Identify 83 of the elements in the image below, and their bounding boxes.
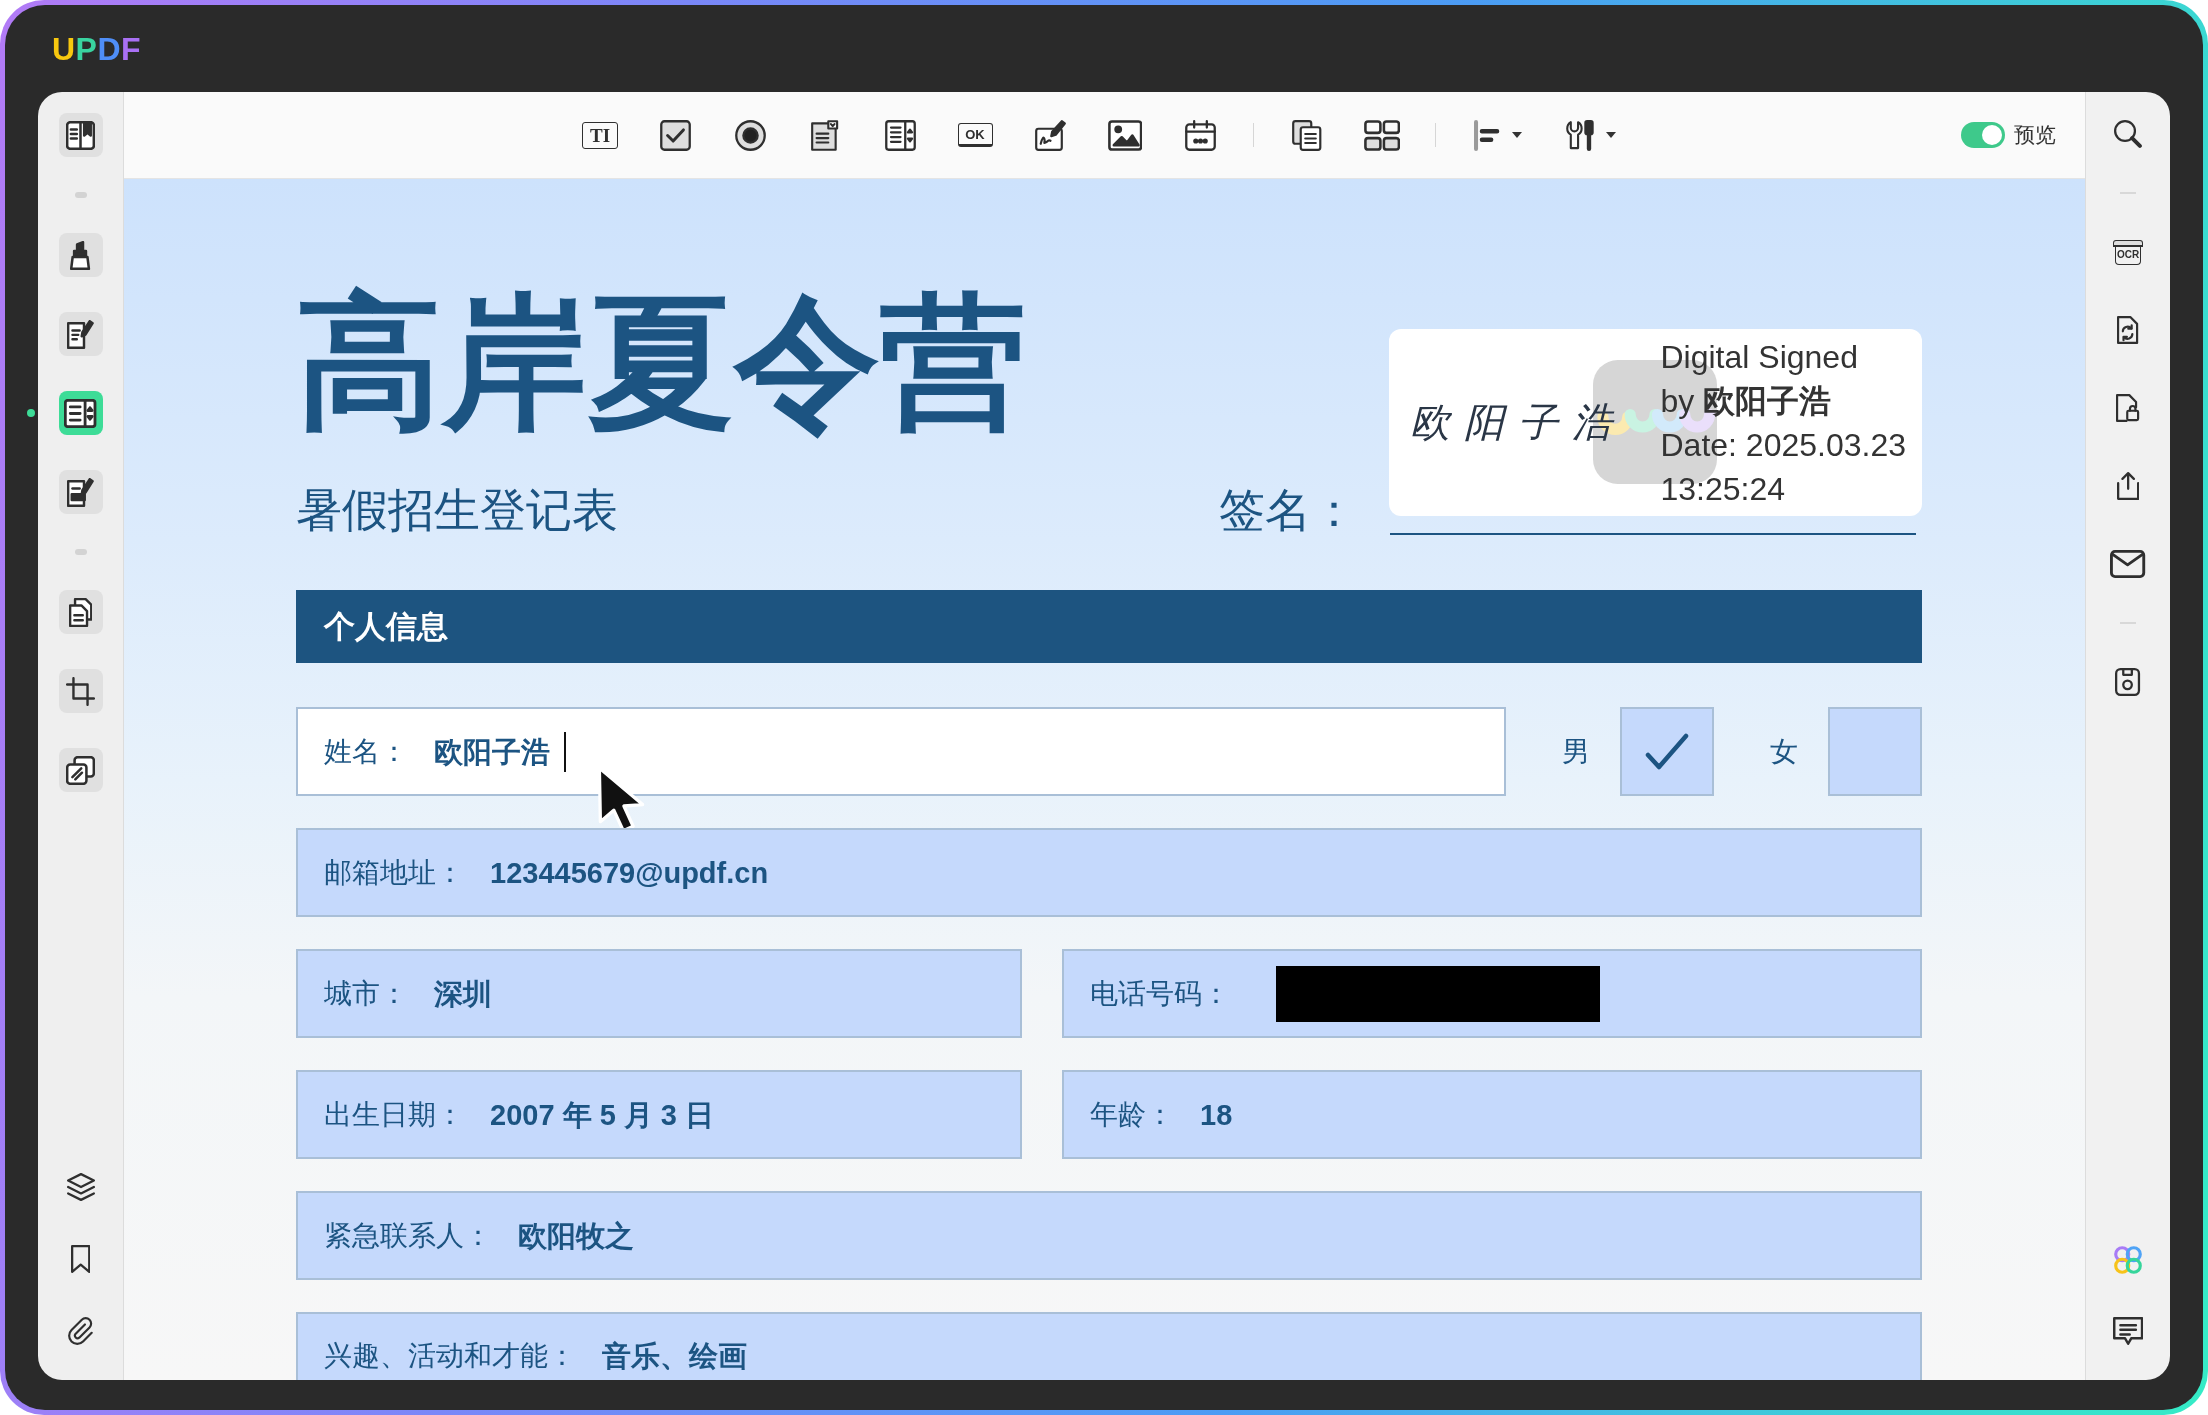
text-field[interactable]: 出生日期： 2007 年 5 月 3 日 bbox=[296, 1070, 1022, 1159]
field-label: 年龄： bbox=[1090, 1097, 1174, 1132]
option-label: 男 bbox=[1562, 734, 1590, 769]
radio-icon bbox=[734, 119, 766, 151]
signature-text: by 欧阳子浩 bbox=[1660, 381, 1833, 421]
dropdown-list-icon bbox=[811, 119, 839, 151]
checkbox[interactable] bbox=[1828, 707, 1922, 796]
active-dot-icon bbox=[27, 409, 35, 417]
envelope-icon bbox=[2110, 550, 2146, 578]
calendar-icon bbox=[1184, 119, 1216, 151]
overlap-squares-icon bbox=[66, 755, 95, 785]
sign-tool-button[interactable] bbox=[58, 470, 103, 514]
image-icon bbox=[1107, 119, 1143, 151]
read-tool-button[interactable] bbox=[58, 113, 103, 157]
page-arrows-icon bbox=[2117, 316, 2139, 344]
field-label: 兴趣、活动和才能： bbox=[324, 1339, 576, 1373]
form-tool-button[interactable] bbox=[58, 391, 103, 435]
text-caret-icon bbox=[564, 731, 566, 772]
comment-icon bbox=[2112, 1317, 2144, 1345]
sidebar-divider bbox=[74, 192, 87, 198]
field-label: 紧急联系人： bbox=[324, 1218, 492, 1253]
signature-icon bbox=[1034, 119, 1066, 151]
page-lock-icon bbox=[2116, 394, 2140, 422]
list-box-icon bbox=[884, 119, 916, 151]
toggle-label: 预览 bbox=[2014, 122, 2056, 148]
checkbox[interactable] bbox=[1620, 707, 1714, 796]
ocr-button[interactable]: OCR bbox=[2108, 232, 2148, 272]
field-label: 城市： bbox=[324, 976, 408, 1011]
share-icon bbox=[2116, 472, 2140, 500]
signature-text: Date: 2025.03.23 bbox=[1660, 425, 1906, 465]
text-field[interactable]: 姓名： 欧阳子浩 bbox=[296, 707, 1506, 796]
field-value: 2007 年 5 月 3 日 bbox=[490, 1097, 715, 1132]
book-icon bbox=[66, 120, 95, 150]
option-label: 女 bbox=[1770, 734, 1798, 769]
align-left-icon bbox=[1474, 119, 1500, 151]
crop-icon bbox=[66, 676, 95, 706]
organize-tool-button[interactable] bbox=[58, 590, 103, 634]
page-pen-icon bbox=[67, 319, 94, 349]
signature-text: 13:25:24 bbox=[1660, 469, 1787, 509]
field-value: 123445679@updf.cn bbox=[490, 855, 769, 890]
signature-label: 签名： bbox=[1219, 485, 1357, 535]
field-value: 音乐、绘画 bbox=[602, 1339, 747, 1373]
wrench-screwdriver-icon bbox=[1566, 119, 1594, 151]
copy-pages-icon bbox=[1292, 119, 1322, 151]
form-subtitle: 暑假招生登记表 bbox=[296, 485, 618, 535]
form-page-icon bbox=[64, 398, 97, 428]
text-field[interactable]: 紧急联系人： 欧阳牧之 bbox=[296, 1191, 1922, 1280]
text-field[interactable]: 邮箱地址： 123445679@updf.cn bbox=[296, 828, 1922, 917]
app-logo: UPDF bbox=[52, 32, 142, 65]
sidebar-divider bbox=[74, 549, 87, 555]
handwritten-signature: 欧阳子浩 bbox=[1410, 398, 1626, 447]
field-label: 出生日期： bbox=[324, 1097, 464, 1132]
signature-text: Digital Signed bbox=[1660, 337, 1859, 377]
search-icon bbox=[2114, 120, 2142, 148]
text-field[interactable]: 电话号码： bbox=[1062, 949, 1922, 1038]
marker-icon bbox=[70, 240, 91, 270]
field-label: 邮箱地址： bbox=[324, 855, 464, 890]
page-pen-bar-icon bbox=[67, 477, 94, 507]
text-field[interactable]: 城市： 深圳 bbox=[296, 949, 1022, 1038]
field-value: 18 bbox=[1200, 1097, 1233, 1132]
edit-tool-button[interactable] bbox=[58, 312, 103, 356]
paperclip-icon bbox=[68, 1317, 93, 1345]
pages-icon bbox=[68, 597, 93, 627]
crop-tool-button[interactable] bbox=[58, 669, 103, 713]
section-header: 个人信息 bbox=[296, 590, 1922, 663]
text-field[interactable]: 年龄： 18 bbox=[1062, 1070, 1922, 1159]
button-field-tool[interactable]: OK bbox=[953, 113, 997, 157]
checkmark-icon bbox=[1645, 732, 1689, 771]
save-icon bbox=[2115, 668, 2141, 696]
highlight-tool-button[interactable] bbox=[58, 233, 103, 277]
bookmark-icon bbox=[70, 1245, 91, 1273]
field-label: 电话号码： bbox=[1090, 976, 1230, 1011]
text-field[interactable]: 兴趣、活动和才能： 音乐、绘画 bbox=[296, 1312, 1922, 1380]
field-value: 深圳 bbox=[434, 976, 492, 1011]
grid-icon bbox=[1363, 119, 1401, 151]
checkbox-icon bbox=[659, 119, 691, 151]
combine-tool-button[interactable] bbox=[58, 748, 103, 792]
toggle-switch[interactable] bbox=[1961, 122, 2005, 148]
field-value: 欧阳子浩 bbox=[434, 734, 550, 769]
layers-icon bbox=[66, 1173, 95, 1201]
clover-icon bbox=[2114, 1246, 2142, 1274]
field-label: 姓名： bbox=[324, 734, 408, 769]
field-value: 欧阳牧之 bbox=[518, 1218, 634, 1253]
